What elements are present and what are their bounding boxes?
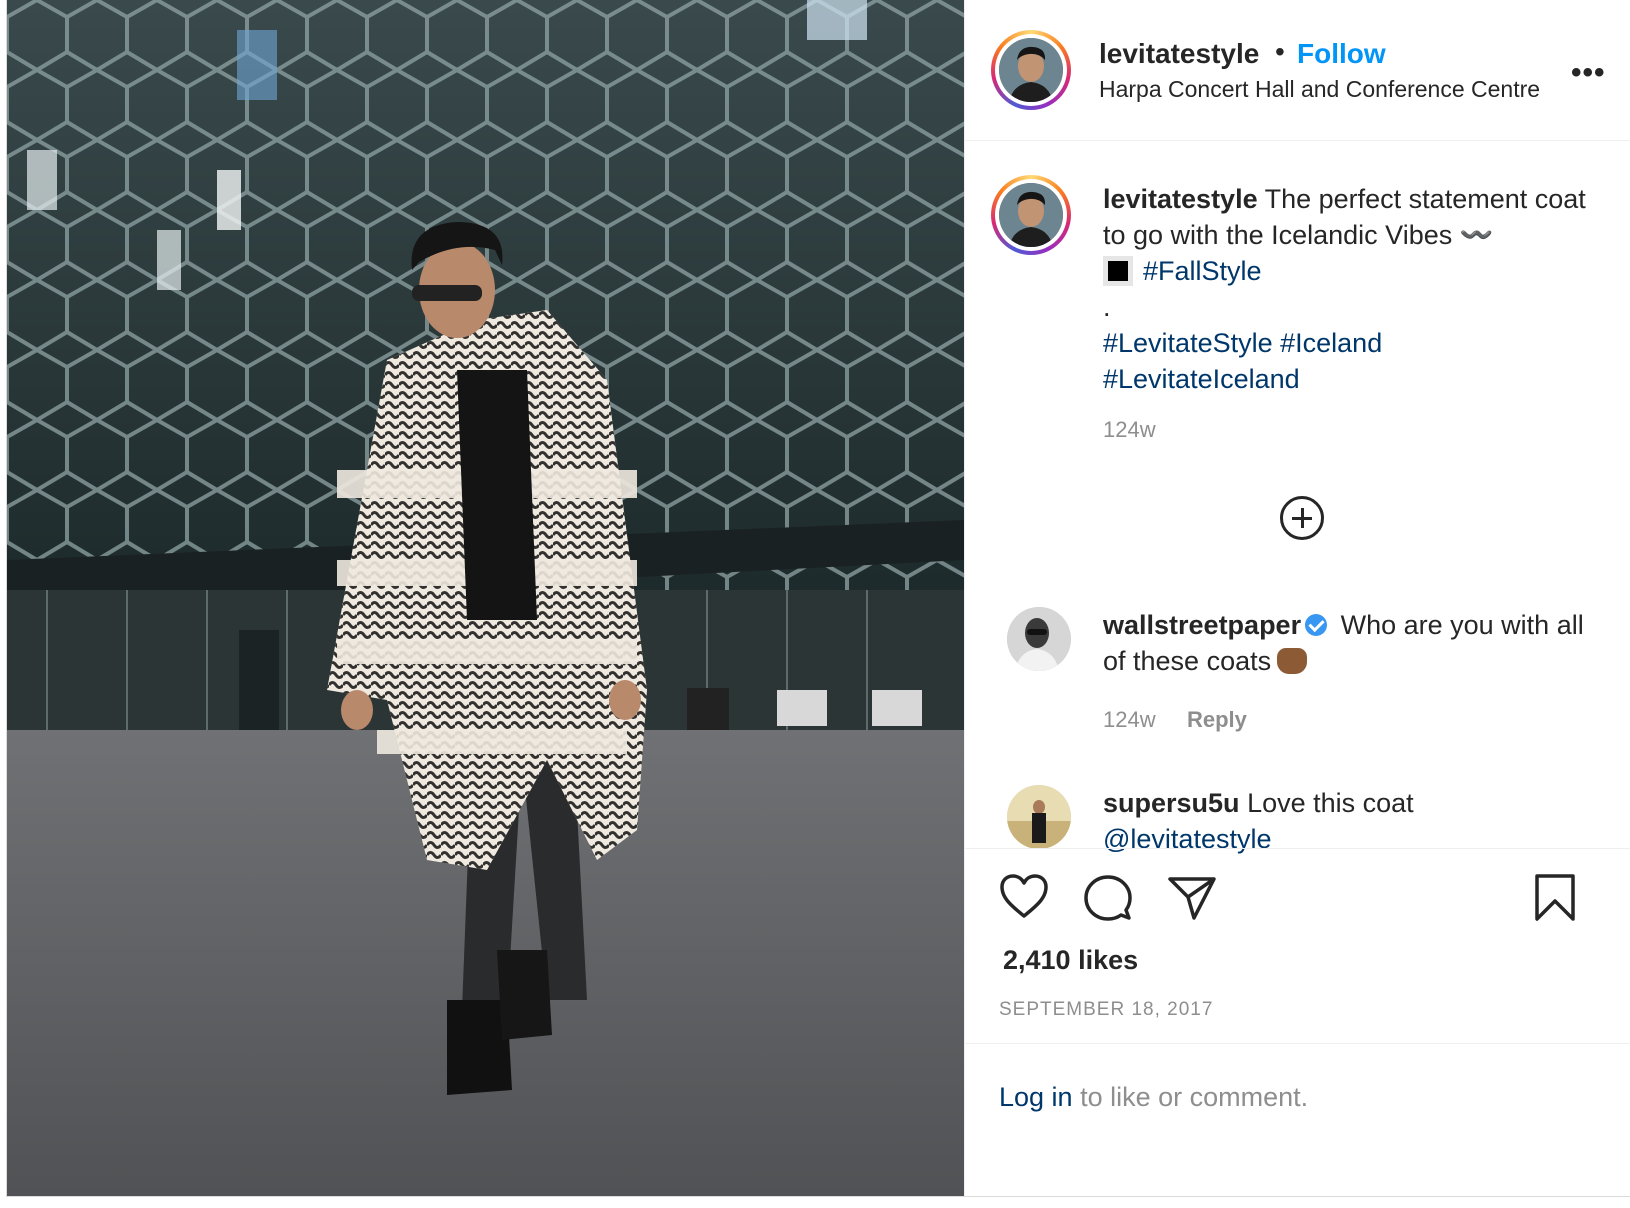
verified-badge-icon [1305, 614, 1328, 636]
post-photo-image [7, 0, 964, 1196]
post-date[interactable]: SEPTEMBER 18, 2017 [999, 999, 1213, 1021]
post-photo[interactable] [7, 0, 964, 1196]
comment-timestamp[interactable]: 124w [1103, 707, 1156, 732]
login-text: Log in to like or comment. [999, 1082, 1308, 1113]
caption-username[interactable]: levitatestyle [1103, 184, 1258, 214]
comment-meta: 124w Reply [1103, 707, 1247, 733]
bookmark-icon[interactable] [1533, 873, 1577, 923]
post-location[interactable]: Harpa Concert Hall and Conference Centre [1099, 76, 1540, 103]
comment-avatar-supersu5u[interactable] [1007, 785, 1071, 849]
post-actions: 2,410 likes SEPTEMBER 18, 2017 Log in to… [965, 848, 1630, 1197]
reply-button[interactable]: Reply [1187, 707, 1247, 733]
post-header: levitatestyle • Follow Harpa Concert Hal… [965, 0, 1630, 141]
comment-username[interactable]: wallstreetpaper [1103, 610, 1301, 640]
comment-text: Love this coat [1247, 788, 1414, 818]
author-username[interactable]: levitatestyle [1099, 38, 1259, 70]
likes-count[interactable]: 2,410 likes [1003, 945, 1138, 976]
more-options-icon[interactable]: ••• [1571, 56, 1606, 90]
fist-emoji-icon [1277, 648, 1308, 674]
heart-icon[interactable] [999, 873, 1049, 919]
hashtag-levitatestyle[interactable]: #LevitateStyle [1103, 328, 1273, 358]
comment-avatar-wallstreetpaper[interactable] [1007, 607, 1071, 671]
login-rest: to like or comment. [1072, 1082, 1309, 1112]
paper-plane-icon[interactable] [1167, 875, 1217, 921]
comment-username[interactable]: supersu5u [1103, 788, 1240, 818]
comment-item: supersu5u Love this coat @levitatestyle [1103, 785, 1613, 857]
caption-dot: . [1103, 292, 1111, 322]
caption: levitatestyle The perfect statement coat… [1103, 181, 1603, 397]
comments-section[interactable]: levitatestyle The perfect statement coat… [965, 141, 1630, 879]
hashtag-fallstyle[interactable]: #FallStyle [1143, 256, 1262, 286]
comment-item: wallstreetpaper Who are you with all of … [1103, 607, 1613, 679]
post-side-panel: levitatestyle • Follow Harpa Concert Hal… [964, 0, 1630, 1196]
hashtag-levitateiceland[interactable]: #LevitateIceland [1103, 364, 1300, 394]
load-more-comments-plus-circle-icon[interactable] [1280, 496, 1324, 540]
login-link[interactable]: Log in [999, 1082, 1073, 1112]
hashtag-iceland[interactable]: #Iceland [1280, 328, 1382, 358]
instagram-post: levitatestyle • Follow Harpa Concert Hal… [6, 0, 1630, 1197]
follow-button[interactable]: Follow [1297, 38, 1386, 70]
header-separator: • [1275, 36, 1285, 67]
black-square-emoji-icon [1103, 256, 1133, 286]
comment-bubble-icon[interactable] [1083, 873, 1133, 923]
caption-timestamp[interactable]: 124w [1103, 417, 1156, 443]
author-avatar[interactable] [991, 30, 1071, 110]
caption-avatar[interactable] [991, 175, 1071, 255]
login-prompt: Log in to like or comment. [965, 1043, 1630, 1198]
